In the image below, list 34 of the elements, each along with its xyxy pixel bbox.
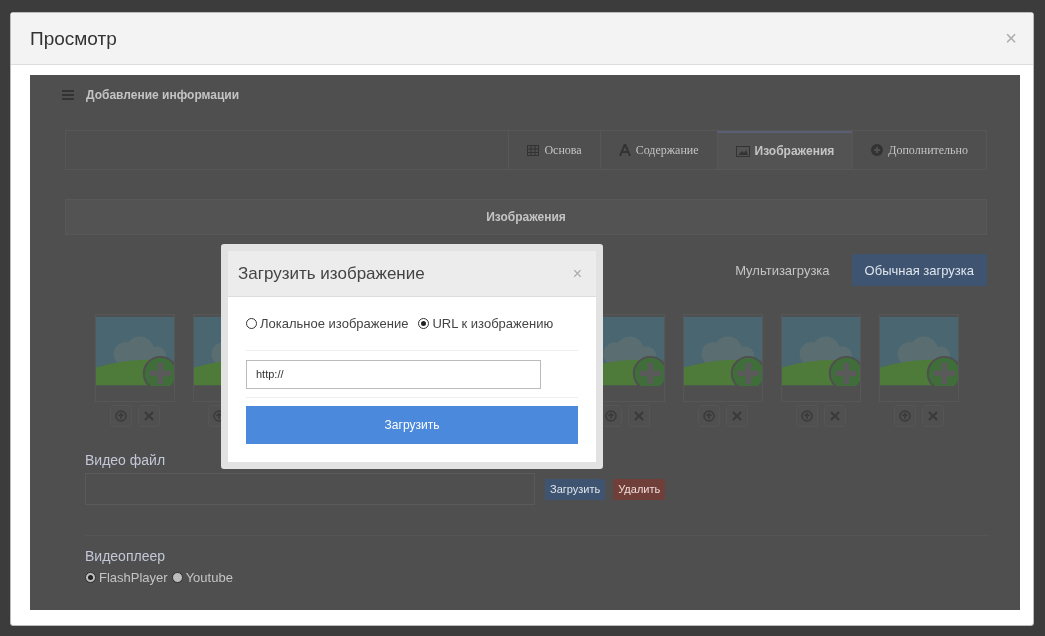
upload-mode-button[interactable]: Обычная загрузка — [851, 254, 987, 286]
url-field[interactable]: http:// — [246, 359, 541, 389]
radio-button[interactable] — [171, 572, 183, 583]
radio-button[interactable] — [246, 318, 257, 329]
section-title: Изображения — [486, 210, 566, 224]
tab[interactable]: Изображения — [716, 131, 853, 169]
tab[interactable]: Дополнительно — [852, 131, 986, 169]
panel-title: Добавление информации — [86, 88, 240, 102]
video-file-label: Видео файл — [85, 452, 167, 468]
window-title: Просмотр — [30, 27, 117, 50]
radio-label: Локальное изображение — [260, 316, 409, 331]
radio-label: Youtube — [185, 570, 233, 585]
video-button[interactable]: Удалить — [613, 478, 666, 500]
delete-button[interactable] — [138, 405, 160, 427]
image-icon — [735, 145, 750, 157]
radio-label: FlashPlayer — [99, 570, 168, 585]
delete-button[interactable] — [726, 405, 748, 427]
radio-label: URL к изображению — [432, 316, 554, 331]
list-icon — [62, 90, 74, 100]
delete-button[interactable] — [824, 405, 846, 427]
plus-circle-icon — [871, 144, 884, 156]
radio-button[interactable] — [418, 318, 430, 329]
radio-button[interactable] — [85, 572, 96, 583]
table-icon — [527, 144, 540, 156]
delete-button[interactable] — [628, 405, 650, 427]
upload-mode-button[interactable]: Мультизагрузка — [733, 254, 832, 286]
dialog-title: Загрузить изображение — [238, 263, 425, 284]
font-icon — [618, 144, 631, 156]
tab[interactable]: Основа — [508, 131, 600, 169]
tab[interactable]: Содержание — [599, 131, 717, 169]
upload-button[interactable]: Загрузить — [246, 406, 578, 444]
video-button[interactable]: Загрузить — [545, 478, 606, 500]
delete-button[interactable] — [922, 405, 944, 427]
video-player-label: Видеоплеер — [85, 548, 166, 564]
